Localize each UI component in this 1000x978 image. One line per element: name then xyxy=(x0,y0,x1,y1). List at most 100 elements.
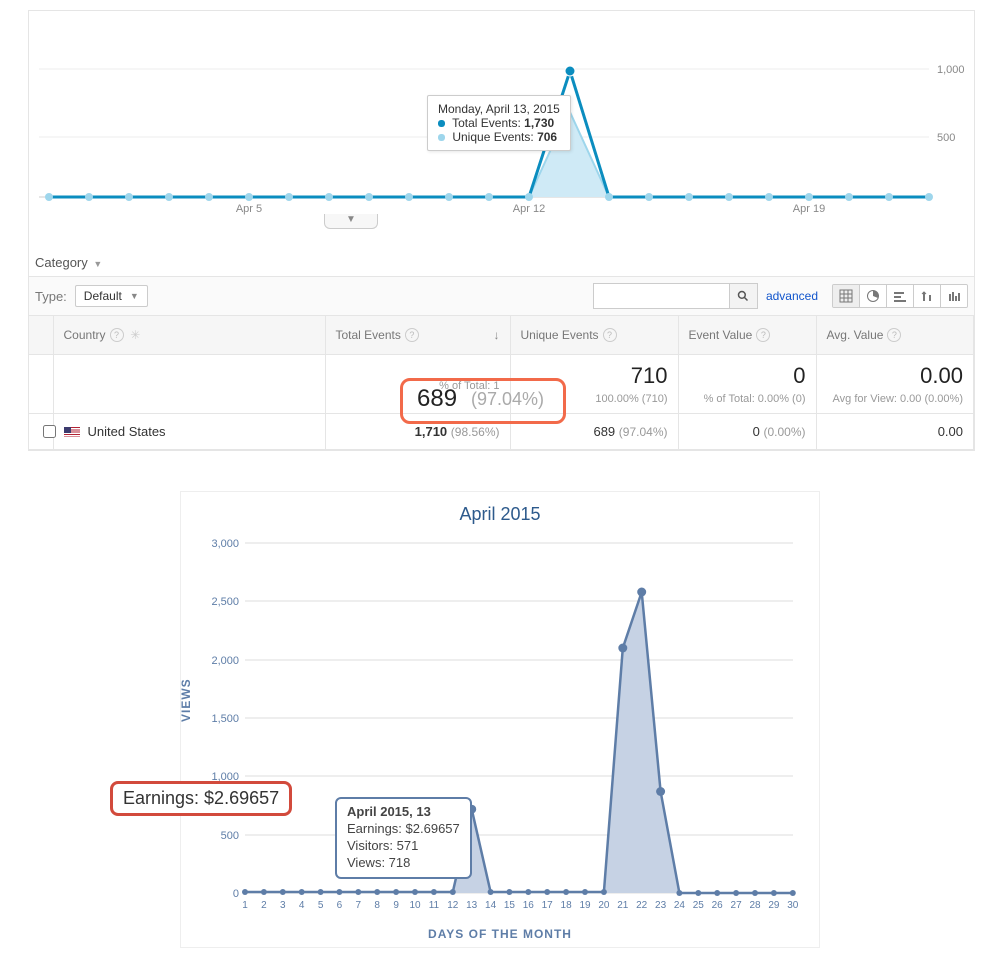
country-header-label: Country xyxy=(64,328,106,342)
tooltip-series1-label: Total Events: xyxy=(452,116,521,130)
svg-text:19: 19 xyxy=(579,900,591,911)
view-table-button[interactable] xyxy=(833,285,860,307)
type-label: Type: xyxy=(35,289,67,304)
svg-text:17: 17 xyxy=(542,900,554,911)
loading-icon: ✳ xyxy=(130,328,140,342)
event-value-summary-sub: % of Total: 0.00% (0) xyxy=(689,393,806,405)
dimension-selector[interactable]: Category ▼ xyxy=(29,225,974,276)
tooltip-series1-value: 1,730 xyxy=(524,116,554,130)
compare-icon xyxy=(920,289,934,303)
total-events-header[interactable]: Total Events?↓ xyxy=(325,316,510,355)
dimension-label: Category xyxy=(35,255,88,270)
svg-text:30: 30 xyxy=(787,900,799,911)
views-title: April 2015 xyxy=(185,504,815,525)
ga-chart-tooltip: Monday, April 13, 2015 Total Events: 1,7… xyxy=(427,95,571,151)
svg-text:8: 8 xyxy=(374,900,380,911)
views-chart-svg: 0 500 1,000 1,500 2,000 2,500 3,000 xyxy=(185,533,805,923)
ga-panel: 1,000 500 Apr 5 Apr 12 Apr 19 xyxy=(28,10,975,451)
help-icon[interactable]: ? xyxy=(756,328,770,342)
svg-text:28: 28 xyxy=(749,900,761,911)
row-checkbox[interactable] xyxy=(43,425,56,438)
views-tooltip: April 2015, 13 Earnings: $2.69657 Visito… xyxy=(335,797,472,879)
ga-xtick-1: Apr 12 xyxy=(513,203,545,215)
sort-down-icon: ↓ xyxy=(494,328,500,342)
help-icon[interactable]: ? xyxy=(887,328,901,342)
svg-text:2: 2 xyxy=(261,900,267,911)
tooltip-series2-value: 706 xyxy=(537,130,557,144)
svg-text:23: 23 xyxy=(655,900,667,911)
svg-text:3: 3 xyxy=(280,900,286,911)
table-header-row: Country? ✳ Total Events?↓ Unique Events?… xyxy=(29,316,974,355)
chevron-down-icon: ▼ xyxy=(130,291,139,301)
grid-icon xyxy=(839,289,853,303)
view-pie-button[interactable] xyxy=(860,285,887,307)
views-chart: 0 500 1,000 1,500 2,000 2,500 3,000 xyxy=(185,533,815,923)
svg-text:14: 14 xyxy=(485,900,497,911)
dot-icon xyxy=(438,134,445,141)
total-events-summary-sub: % of Total: 1 xyxy=(336,380,500,392)
table-row[interactable]: United States 1,710 (98.56%) 689 (97.04%… xyxy=(29,414,974,450)
help-icon[interactable]: ? xyxy=(110,328,124,342)
views-ytick: 1,500 xyxy=(211,713,239,725)
svg-text:18: 18 xyxy=(561,900,573,911)
views-xlabel: DAYS OF THE MONTH xyxy=(185,927,815,941)
row-event-value: 0 xyxy=(753,424,760,439)
unique-events-summary: 710 xyxy=(521,363,668,389)
advanced-link[interactable]: advanced xyxy=(766,289,818,303)
chevron-down-icon: ▼ xyxy=(93,259,102,269)
bars-icon xyxy=(893,289,907,303)
views-ytick: 2,500 xyxy=(211,596,239,608)
ga-xtick-2: Apr 19 xyxy=(793,203,825,215)
ga-ytick-0: 1,000 xyxy=(937,64,965,76)
search-input[interactable] xyxy=(594,284,729,308)
search-box xyxy=(593,283,758,309)
unique-events-header[interactable]: Unique Events? xyxy=(510,316,678,355)
views-tooltip-title: April 2015, 13 xyxy=(347,804,431,819)
tooltip-date: Monday, April 13, 2015 xyxy=(438,102,560,116)
help-icon[interactable]: ? xyxy=(603,328,617,342)
views-tooltip-views: Views: 718 xyxy=(347,855,410,870)
avg-value-summary-sub: Avg for View: 0.00 (0.00%) xyxy=(827,393,964,405)
svg-text:10: 10 xyxy=(409,900,421,911)
view-bars-button[interactable] xyxy=(887,285,914,307)
event-value-header[interactable]: Event Value? xyxy=(678,316,816,355)
avg-value-header-label: Avg. Value xyxy=(827,328,884,342)
help-icon[interactable]: ? xyxy=(405,328,419,342)
unique-events-header-label: Unique Events xyxy=(521,328,599,342)
svg-text:27: 27 xyxy=(731,900,743,911)
controls-row: Type: Default ▼ advanced xyxy=(29,276,974,316)
views-ytick: 2,000 xyxy=(211,655,239,667)
view-pivot-button[interactable] xyxy=(941,285,967,307)
svg-text:1: 1 xyxy=(242,900,248,911)
tooltip-series2-label: Unique Events: xyxy=(452,130,533,144)
svg-text:25: 25 xyxy=(693,900,705,911)
views-ytick: 500 xyxy=(221,830,239,842)
row-avg-value: 0.00 xyxy=(938,424,963,439)
type-select[interactable]: Default ▼ xyxy=(75,285,148,307)
avg-value-summary: 0.00 xyxy=(827,363,964,389)
view-compare-button[interactable] xyxy=(914,285,941,307)
views-xticks: 1234567891011121314151617181920212223242… xyxy=(242,900,799,911)
type-select-value: Default xyxy=(84,289,122,303)
ga-ytick-1: 500 xyxy=(937,132,955,144)
svg-text:9: 9 xyxy=(393,900,399,911)
svg-text:16: 16 xyxy=(523,900,535,911)
dot-icon xyxy=(438,120,445,127)
view-mode-buttons xyxy=(832,284,968,308)
svg-text:7: 7 xyxy=(356,900,362,911)
event-value-header-label: Event Value xyxy=(689,328,753,342)
row-total-events: 1,710 xyxy=(415,424,448,439)
pivot-icon xyxy=(947,289,961,303)
svg-text:24: 24 xyxy=(674,900,686,911)
checkbox-header[interactable] xyxy=(29,316,53,355)
unique-events-summary-sub: 100.00% (710) xyxy=(521,393,668,405)
avg-value-header[interactable]: Avg. Value? xyxy=(816,316,974,355)
svg-text:20: 20 xyxy=(598,900,610,911)
country-name: United States xyxy=(88,424,166,439)
search-button[interactable] xyxy=(729,284,757,308)
views-panel: April 2015 VIEWS 0 500 xyxy=(180,491,820,948)
expand-button[interactable]: ▼ xyxy=(324,214,378,229)
ga-table: Country? ✳ Total Events?↓ Unique Events?… xyxy=(29,316,974,450)
country-header[interactable]: Country? ✳ xyxy=(53,316,325,355)
svg-text:22: 22 xyxy=(636,900,648,911)
